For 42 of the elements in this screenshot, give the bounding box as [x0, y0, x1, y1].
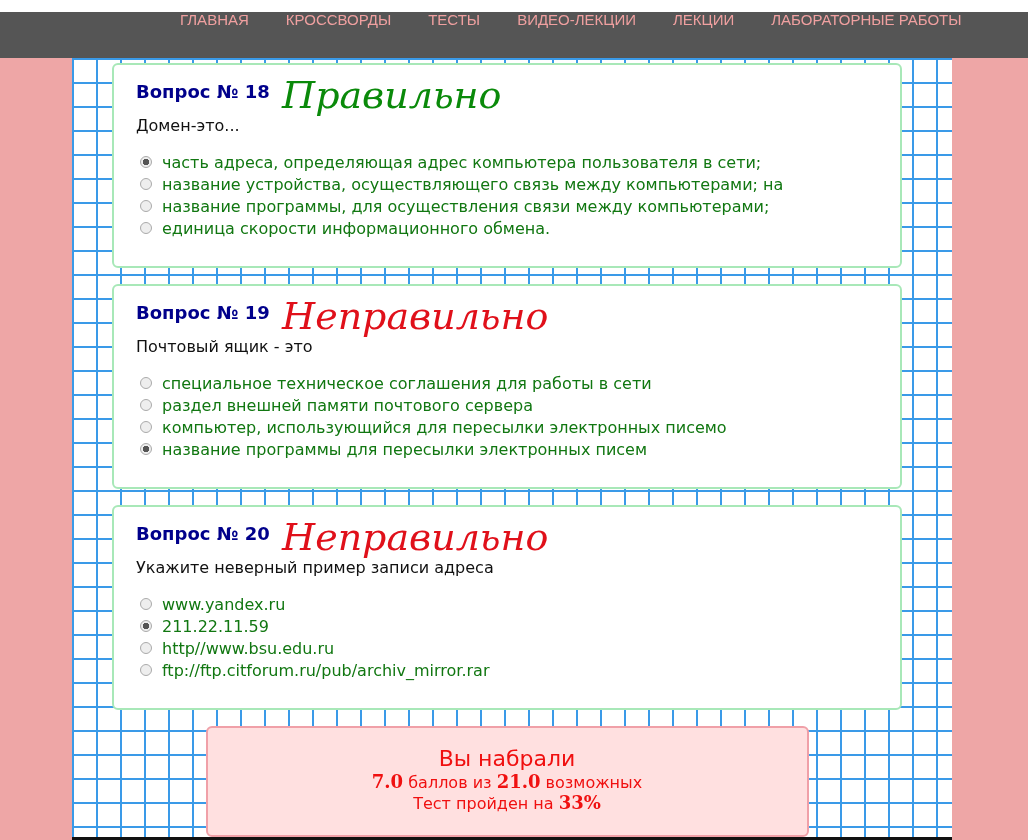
answer-option: раздел внешней памяти почтового сервера	[162, 395, 533, 415]
radio-button[interactable]	[140, 664, 152, 676]
answer-option: http//www.bsu.edu.ru	[162, 638, 335, 658]
question-title: Вопрос № 19	[136, 302, 270, 323]
radio-button[interactable]	[140, 178, 152, 190]
radio-button[interactable]	[140, 598, 152, 610]
verdict-text: Правильно	[282, 73, 502, 117]
question-text: Укажите неверный пример записи адреса	[136, 558, 494, 577]
pass-percent-text: Тест пройден на 33%	[413, 792, 601, 813]
nav-link[interactable]: КРОССВОРДЫ	[285, 12, 392, 27]
question-text: Почтовый ящик - это	[136, 337, 313, 356]
radio-button[interactable]	[140, 642, 152, 654]
result-heading: Вы набрали	[438, 746, 576, 771]
answer-option: название программы, для осуществления связи между компьютерами;	[162, 196, 770, 216]
nav-link[interactable]: ЛАБОРАТОРНЫЕ РАБОТЫ	[771, 12, 962, 27]
question-title: Вопрос № 20	[136, 523, 270, 544]
nav-link[interactable]: ГЛАВНАЯ	[180, 12, 249, 27]
answer-option: ftp://ftp.citforum.ru/pub/archiv_mirror.rar	[162, 660, 490, 680]
nav-link[interactable]: ЛЕКЦИИ	[673, 12, 735, 27]
radio-button[interactable]	[140, 156, 152, 168]
question-title: Вопрос № 18	[136, 81, 270, 102]
radio-button[interactable]	[140, 399, 152, 411]
radio-button[interactable]	[140, 200, 152, 212]
radio-button[interactable]	[140, 222, 152, 234]
answer-option: название программы для пересылки электронных писем	[162, 439, 647, 459]
answer-option: часть адреса, определяющая адрес компьютера пользователя в сети;	[162, 152, 762, 172]
score-text: 7.0 баллов из 21.0 возможных	[371, 771, 643, 792]
verdict-text: Неправильно	[282, 294, 549, 338]
nav-link[interactable]: ТЕСТЫ	[428, 12, 481, 27]
answer-option: специальное техническое соглашения для работы в сети	[162, 373, 652, 393]
answer-option: единица скорости информационного обмена.	[162, 218, 551, 238]
answer-option: 211.22.11.59	[162, 616, 269, 636]
answer-option: www.yandex.ru	[162, 594, 286, 614]
radio-button[interactable]	[140, 377, 152, 389]
radio-button[interactable]	[140, 421, 152, 433]
answer-option: компьютер, использующийся для пересылки электронных писемо	[162, 417, 727, 437]
answer-option: название устройства, осуществляющего связь между компьютерами; на	[162, 174, 784, 194]
radio-button[interactable]	[140, 620, 152, 632]
nav-link[interactable]: ВИДЕО-ЛЕКЦИИ	[517, 12, 636, 27]
verdict-text: Неправильно	[282, 515, 549, 559]
question-text: Домен-это...	[136, 116, 240, 135]
radio-button[interactable]	[140, 443, 152, 455]
